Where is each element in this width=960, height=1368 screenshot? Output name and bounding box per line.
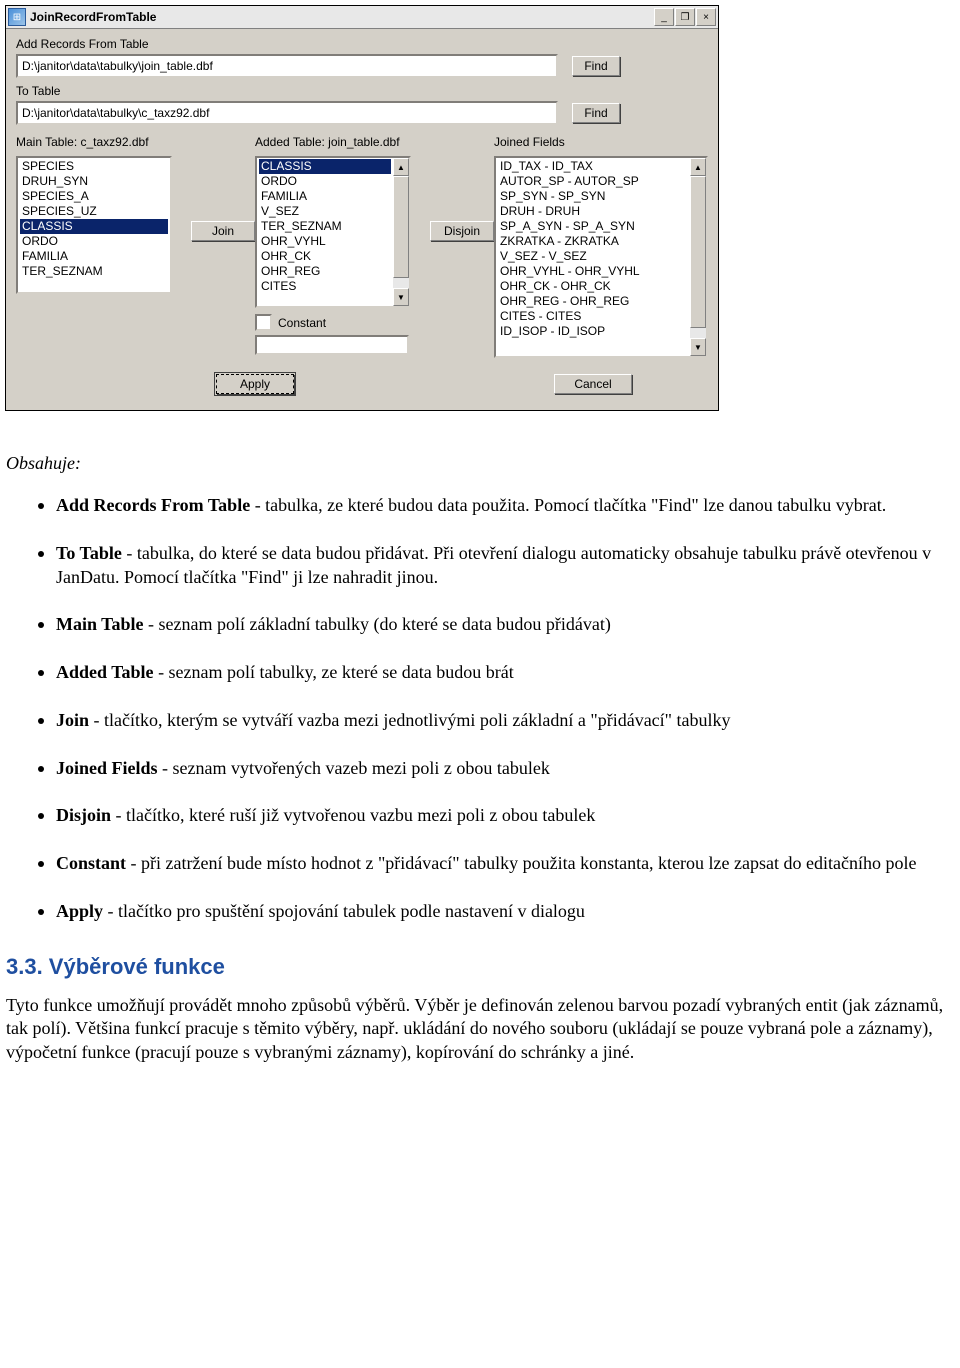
list-item: Main Table - seznam polí základní tabulk… (56, 611, 954, 637)
dialog-window: ⊞ JoinRecordFromTable _ ❐ × Add Records … (5, 5, 719, 411)
list-item: Apply - tlačítko pro spuštění spojování … (56, 898, 954, 924)
add-records-input[interactable] (16, 54, 558, 78)
list-item[interactable]: AUTOR_SP - AUTOR_SP (498, 174, 688, 189)
main-table-listbox[interactable]: SPECIESDRUH_SYNSPECIES_ASPECIES_UZCLASSI… (16, 156, 172, 294)
list-item[interactable]: FAMILIA (259, 189, 391, 204)
window-title: JoinRecordFromTable (30, 10, 653, 24)
term-text: - seznam polí základní tabulky (do které… (144, 614, 611, 634)
list-item[interactable]: OHR_CK - OHR_CK (498, 279, 688, 294)
term: Joined Fields (56, 758, 158, 778)
find-button-1[interactable]: Find (572, 56, 620, 76)
term: Apply (56, 901, 103, 921)
list-item[interactable]: OHR_CK (259, 249, 391, 264)
section-heading: 3.3. Výběrové funkce (6, 954, 954, 980)
scroll-up-icon[interactable]: ▲ (690, 158, 706, 176)
term-text: - seznam vytvořených vazeb mezi poli z o… (158, 758, 550, 778)
constant-checkbox[interactable] (255, 314, 272, 331)
list-item: Added Table - seznam polí tabulky, ze kt… (56, 659, 954, 685)
term-text: - při zatržení bude místo hodnot z "přid… (126, 853, 916, 873)
close-icon[interactable]: × (696, 8, 716, 26)
list-item[interactable]: SPECIES_UZ (20, 204, 168, 219)
list-item[interactable]: CITES (259, 279, 391, 294)
list-item[interactable]: ZKRATKA - ZKRATKA (498, 234, 688, 249)
list-item[interactable]: ORDO (259, 174, 391, 189)
apply-button[interactable]: Apply (216, 374, 294, 394)
to-table-input[interactable] (16, 101, 558, 125)
list-item[interactable]: V_SEZ - V_SEZ (498, 249, 688, 264)
list-item[interactable]: V_SEZ (259, 204, 391, 219)
list-item[interactable]: TER_SEZNAM (259, 219, 391, 234)
constant-label: Constant (278, 316, 326, 330)
scroll-thumb[interactable] (393, 176, 409, 278)
constant-input[interactable] (255, 335, 409, 355)
term: Join (56, 710, 89, 730)
list-item[interactable]: SPECIES_A (20, 189, 168, 204)
scroll-thumb[interactable] (690, 176, 706, 328)
scroll-down-icon[interactable]: ▼ (393, 288, 409, 306)
section-body: Tyto funkce umožňují provádět mnoho způs… (6, 994, 954, 1065)
list-item[interactable]: ORDO (20, 234, 168, 249)
list-item[interactable]: SP_SYN - SP_SYN (498, 189, 688, 204)
disjoin-button[interactable]: Disjoin (430, 221, 494, 241)
term-text: - tlačítko pro spuštění spojování tabule… (103, 901, 585, 921)
term-text: - tabulka, do které se data budou přidáv… (56, 543, 931, 587)
added-table-listbox[interactable]: CLASSISORDOFAMILIAV_SEZTER_SEZNAMOHR_VYH… (255, 156, 411, 308)
term-text: - tabulka, ze které budou data použita. … (250, 495, 886, 515)
list-item[interactable]: CITES - CITES (498, 309, 688, 324)
term: To Table (56, 543, 122, 563)
scroll-down-icon[interactable]: ▼ (690, 338, 706, 356)
minimize-icon[interactable]: _ (654, 8, 674, 26)
list-item[interactable]: TER_SEZNAM (20, 264, 168, 279)
scroll-up-icon[interactable]: ▲ (393, 158, 409, 176)
list-item[interactable]: CLASSIS (259, 159, 391, 174)
joined-fields-label: Joined Fields (494, 135, 704, 149)
list-item[interactable]: DRUH - DRUH (498, 204, 688, 219)
app-icon: ⊞ (8, 8, 26, 26)
joined-fields-listbox[interactable]: ID_TAX - ID_TAXAUTOR_SP - AUTOR_SPSP_SYN… (494, 156, 708, 358)
join-button[interactable]: Join (191, 221, 255, 241)
contains-heading: Obsahuje: (6, 453, 954, 474)
list-item: Disjoin - tlačítko, které ruší již vytvo… (56, 802, 954, 828)
find-button-2[interactable]: Find (572, 103, 620, 123)
scrollbar-added[interactable]: ▲ ▼ (393, 158, 409, 306)
added-table-label: Added Table: join_table.dbf (255, 135, 430, 149)
list-item[interactable]: ID_TAX - ID_TAX (498, 159, 688, 174)
scrollbar-joined[interactable]: ▲ ▼ (690, 158, 706, 356)
document-body: Obsahuje: Add Records From Table - tabul… (0, 411, 960, 1087)
cancel-button[interactable]: Cancel (554, 374, 632, 394)
term-text: - tlačítko, které ruší již vytvořenou va… (111, 805, 595, 825)
add-records-label: Add Records From Table (16, 37, 708, 51)
description-list: Add Records From Table - tabulka, ze kte… (6, 492, 954, 924)
term-text: - seznam polí tabulky, ze které se data … (154, 662, 514, 682)
list-item[interactable]: DRUH_SYN (20, 174, 168, 189)
list-item[interactable]: OHR_VYHL (259, 234, 391, 249)
titlebar[interactable]: ⊞ JoinRecordFromTable _ ❐ × (6, 6, 718, 29)
term-text: - tlačítko, kterým se vytváří vazba mezi… (89, 710, 731, 730)
list-item[interactable]: ID_ISOP - ID_ISOP (498, 324, 688, 339)
list-item: To Table - tabulka, do které se data bud… (56, 540, 954, 590)
list-item[interactable]: SPECIES (20, 159, 168, 174)
list-item[interactable]: FAMILIA (20, 249, 168, 264)
main-table-label: Main Table: c_taxz92.dbf (16, 135, 191, 149)
list-item[interactable]: OHR_VYHL - OHR_VYHL (498, 264, 688, 279)
list-item: Joined Fields - seznam vytvořených vazeb… (56, 755, 954, 781)
term: Add Records From Table (56, 495, 250, 515)
to-table-label: To Table (16, 84, 708, 98)
list-item: Join - tlačítko, kterým se vytváří vazba… (56, 707, 954, 733)
list-item[interactable]: OHR_REG (259, 264, 391, 279)
list-item[interactable]: SP_A_SYN - SP_A_SYN (498, 219, 688, 234)
list-item: Add Records From Table - tabulka, ze kte… (56, 492, 954, 518)
restore-icon[interactable]: ❐ (675, 8, 695, 26)
term: Disjoin (56, 805, 111, 825)
term: Constant (56, 853, 126, 873)
list-item[interactable]: OHR_REG - OHR_REG (498, 294, 688, 309)
term: Main Table (56, 614, 144, 634)
term: Added Table (56, 662, 154, 682)
list-item[interactable]: CLASSIS (20, 219, 168, 234)
list-item: Constant - při zatržení bude místo hodno… (56, 850, 954, 876)
